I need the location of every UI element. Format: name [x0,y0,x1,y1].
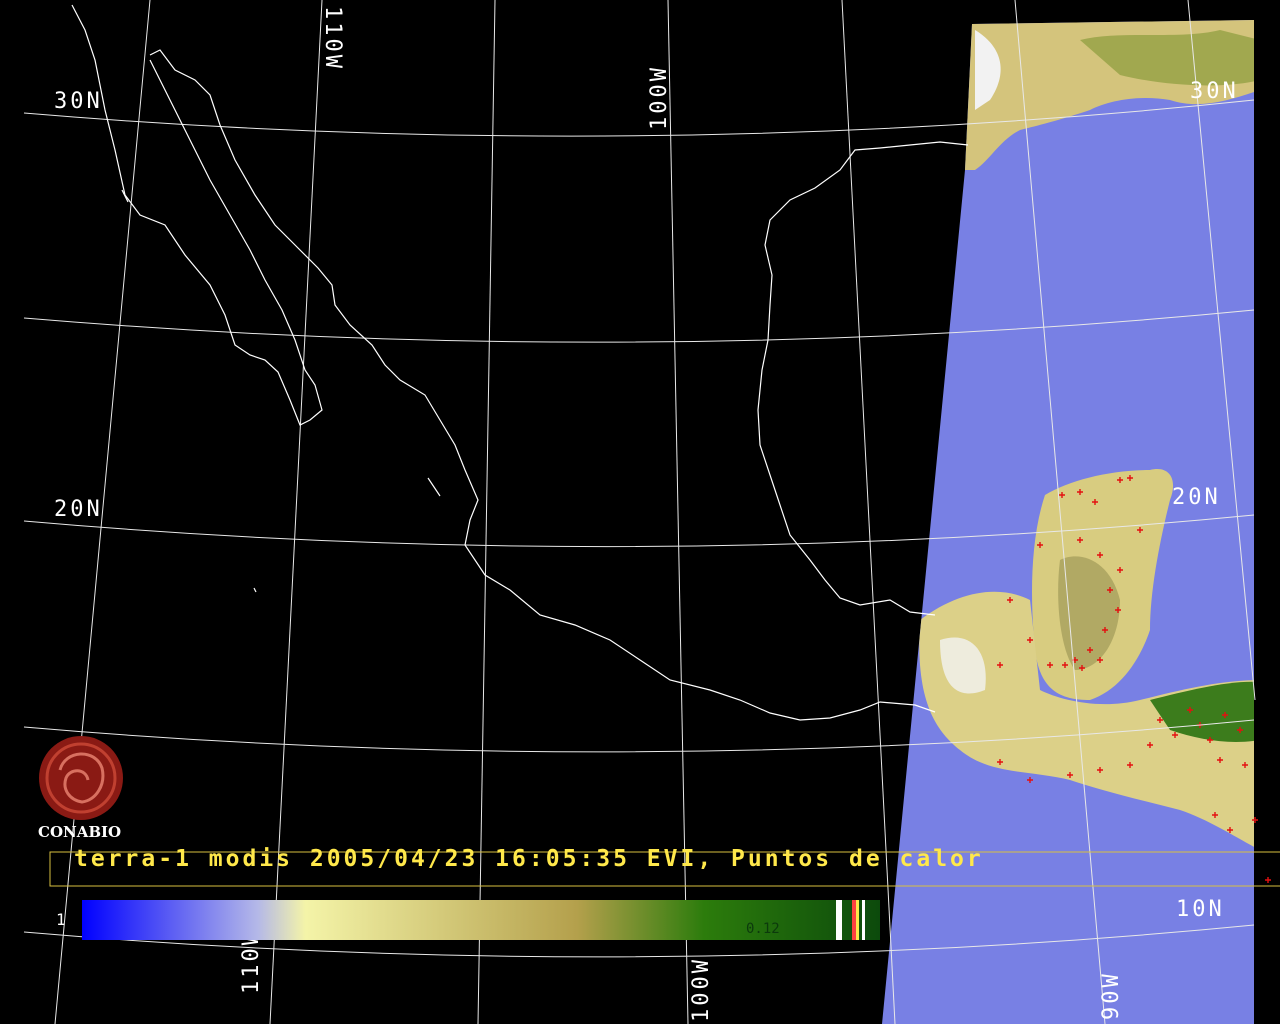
lat-label-30n-right: 30N [1190,79,1239,104]
lon-label-100w-bottom: 100W [689,957,714,1022]
banner-text: terra-1 modis 2005/04/23 16:05:35 EVI, P… [74,846,984,872]
modis-swath [882,20,1271,1024]
lat-label-20n: 20N [54,497,103,522]
colorbar-min-label: 1 [56,910,66,929]
lon-label-90w: 90W [1099,971,1124,1020]
conabio-wordmark: CONABIO [38,823,121,841]
lat-label-10n-right: 10N [1176,897,1225,922]
colorbar-max-label: 0.12 [746,921,780,937]
coastline-mexico [71,4,969,721]
hotspot-marker [1265,877,1271,883]
evi-colorbar: 1 0.12 [56,900,880,940]
lat-label-30n: 30N [54,89,103,114]
lon-label-110w: 110W [320,6,345,71]
satellite-map: 30N 20N 20N 10N 30N 110W 100W 90W 100W 1… [23,0,1280,1024]
lon-label-100w: 100W [647,65,672,130]
conabio-logo: CONABIO [38,736,123,841]
lat-label-20n-right: 20N [1172,485,1221,510]
conabio-emblem-icon [39,736,123,820]
